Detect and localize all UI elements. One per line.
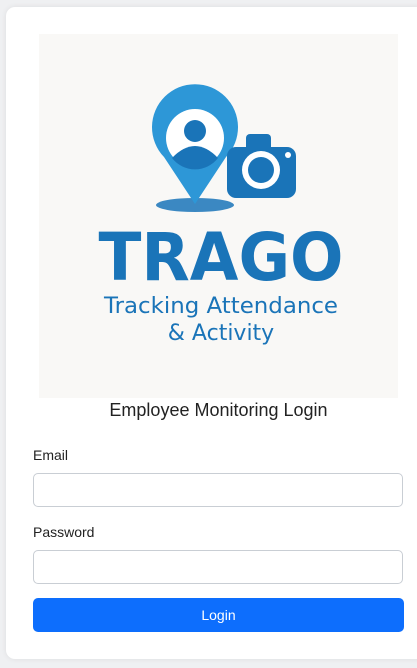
brand-name: TRAGO bbox=[99, 219, 344, 296]
tagline-line-1: Tracking Attendance bbox=[103, 294, 338, 319]
page-title: Employee Monitoring Login bbox=[109, 400, 328, 420]
password-field[interactable] bbox=[33, 550, 403, 584]
trago-logo: TRAGO Tracking Attendance & Activity bbox=[39, 34, 398, 398]
location-pin-person-icon bbox=[152, 84, 239, 212]
login-card: TRAGO Tracking Attendance & Activity Emp… bbox=[6, 7, 417, 659]
login-button[interactable]: Login bbox=[33, 598, 404, 632]
email-label: Email bbox=[33, 447, 69, 463]
password-label: Password bbox=[33, 524, 95, 540]
camera-icon bbox=[227, 134, 296, 198]
email-field[interactable] bbox=[33, 473, 403, 507]
tagline-line-2: & Activity bbox=[168, 321, 274, 346]
